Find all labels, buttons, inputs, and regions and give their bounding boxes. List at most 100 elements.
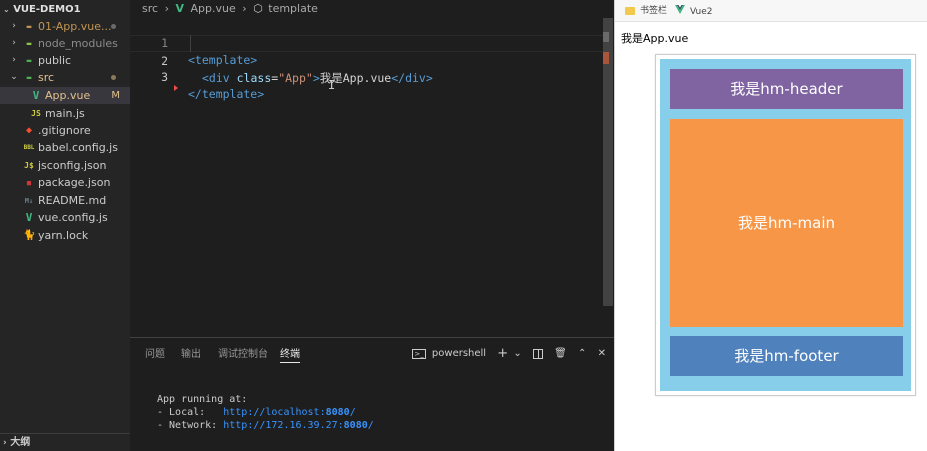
terminal-link[interactable]: http://172.16.39.27:8080/ [223,420,374,431]
code-token: "App" [278,71,313,85]
breadcrumb-folder[interactable]: src [142,2,158,15]
chevron-down-icon: ⌄ [10,72,18,82]
tree-item-01-app[interactable]: › ▬ 01-App.vue... [0,18,130,35]
modified-dot [111,75,116,80]
terminal-icon: >_ [412,349,426,359]
tree-item-main-js[interactable]: JS main.js [0,105,130,122]
outline-section[interactable]: › 大纲 [0,433,130,451]
terminal-link[interactable]: http://localhost:8080/ [223,407,355,418]
tree-item-src[interactable]: ⌄ ▬ src [0,69,130,86]
tree-item-label: vue.config.js [38,211,108,224]
bookmark-vue2[interactable]: Vue2 [675,5,713,17]
chevron-right-icon: › [12,55,16,65]
tree-item-label: yarn.lock [38,229,89,242]
code-token: > [312,71,320,85]
tree-item-label: babel.config.js [38,141,118,154]
tree-item-readme[interactable]: M↓ README.md [0,192,130,209]
tree-item-package-json[interactable]: ■ package.json [0,174,130,191]
project-title[interactable]: ⌄ VUE-DEMO1 [0,2,130,18]
tree-item-node-modules[interactable]: › ▬ node_modules [0,35,130,52]
tree-item-jsconfig[interactable]: J$ jsconfig.json [0,157,130,174]
tree-item-label: README.md [38,194,107,207]
url-port: 8080 [343,420,368,431]
folder-src-icon: ▬ [26,73,32,82]
url-port: 8080 [325,407,350,418]
vue-icon: V [32,89,40,102]
scroll-marker [603,32,609,42]
outline-label: 大纲 [10,437,31,448]
babel-icon: BBL [23,144,35,151]
tree-item-label: src [38,71,55,84]
add-terminal-icon[interactable]: + [497,346,508,362]
git-icon: ◆ [25,125,33,136]
chevron-down-icon: ⌄ [3,5,10,14]
tab-output[interactable]: 输出 [181,347,201,363]
vue-icon: V [175,2,184,15]
hm-main: 我是hm-main [670,119,903,327]
tree-item-label: main.js [45,107,85,120]
tree-item-label: jsconfig.json [38,159,107,172]
chevron-right-icon: › [164,2,169,15]
project-name: VUE-DEMO1 [13,4,81,15]
shell-name[interactable]: powershell [432,346,486,362]
tree-item-vue-config[interactable]: V vue.config.js [0,209,130,226]
vue-config-icon: V [25,211,33,224]
bottom-panel: 问题 输出 调试控制台 终端 >_ powershell + ⌄ 🗑 ⌃ ✕ A… [130,337,614,451]
tree-item-app-vue[interactable]: V App.vue M [0,87,130,104]
breadcrumb-file[interactable]: App.vue [190,2,235,15]
line-content: <div class="App">我是App.vue</div> [202,70,433,87]
tree-item-label: App.vue [45,89,91,102]
folder-icon [625,6,635,15]
js-icon: JS [31,109,41,118]
tab-terminal[interactable]: 终端 [280,347,300,363]
terminal-output[interactable]: App running at: - Local: http://localhost… [157,393,374,432]
url-part: http://172.16.39.27: [223,420,344,431]
tree-item-gitignore[interactable]: ◆ .gitignore [0,122,130,139]
chevron-right-icon: › [3,438,7,448]
folder-public-icon: ▬ [26,56,32,65]
tree-item-label: public [38,54,72,67]
chevron-right-icon: › [242,2,247,15]
chevron-down-icon[interactable]: ⌄ [513,346,521,362]
url-part: http://localhost: [223,407,326,418]
code-token: <div [202,71,237,85]
tree-item-label: 01-App.vue... [38,20,112,33]
trash-icon[interactable]: 🗑 [554,346,567,362]
tree-item-babel-config[interactable]: BBL babel.config.js [0,139,130,156]
line-number: 3 [161,70,168,84]
terminal-line: App running at: [157,394,248,405]
chevron-up-icon[interactable]: ⌃ [578,346,586,362]
json-icon: J$ [24,161,34,170]
breadcrumb-symbol[interactable]: template [268,2,318,15]
code-line-1: 1 <template> [130,18,606,67]
tab-problems[interactable]: 问题 [145,347,165,363]
split-terminal-icon[interactable] [532,349,543,359]
code-token: </div> [391,71,433,85]
code-editor[interactable]: src › V App.vue › ⬡ template 1 <template… [130,0,728,337]
folder-node-icon: ▬ [26,39,32,48]
text-cursor-icon: I [328,78,336,92]
code-token: class [236,71,272,85]
url-part: / [367,420,374,431]
breadcrumb: src › V App.vue › ⬡ template [130,0,614,18]
tree-item-yarn-lock[interactable]: 🐈 yarn.lock [0,227,130,244]
tree-item-public[interactable]: › ▬ public [0,52,130,69]
tab-debug-console[interactable]: 调试控制台 [218,347,268,363]
app-container: 我是hm-header 我是hm-main 我是hm-footer [655,54,916,396]
bookmark-folder[interactable]: 书签栏 [625,5,667,17]
error-marker-icon [174,85,178,91]
panel-actions: >_ powershell + ⌄ 🗑 ⌃ ✕ [404,346,606,362]
tree-item-label: node_modules [38,37,118,50]
hm-header: 我是hm-header [670,69,903,109]
yarn-icon: 🐈 [23,230,36,241]
npm-icon: ■ [26,179,32,187]
markdown-icon: M↓ [24,197,34,205]
terminal-label: - Network: [157,420,224,431]
page-heading-text: 我是App.vue [621,32,689,45]
scroll-marker-modified [603,52,609,64]
bookmarks-bar: 书签栏 Vue2 [615,0,927,22]
code-area[interactable]: 1 <template> 2 <div class="App">我是App.vu… [130,18,606,337]
close-icon[interactable]: ✕ [598,346,606,362]
terminal-line: - Local: http://localhost:8080/ [157,406,374,419]
terminal-label: - Local: [157,407,224,418]
